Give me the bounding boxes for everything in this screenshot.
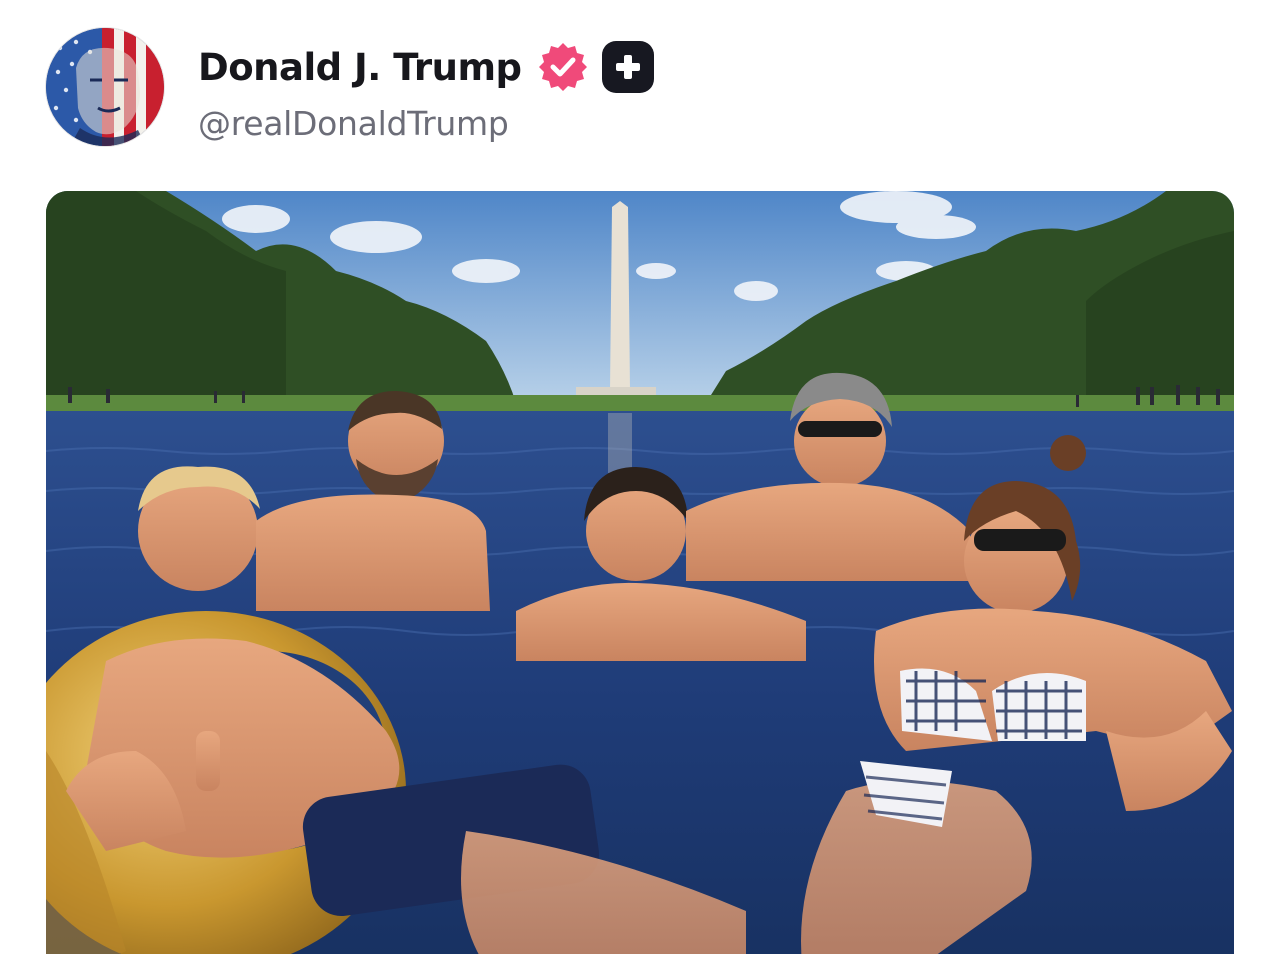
verified-badge-icon (538, 43, 587, 91)
author-handle[interactable]: @realDonaldTrump (198, 104, 509, 143)
avatar-portrait-icon (46, 28, 164, 146)
post-header: Donald J. Trump @realDonaldTrump (0, 0, 1280, 170)
post-image[interactable] (46, 191, 1234, 954)
plus-icon (615, 55, 640, 79)
post-card: Donald J. Trump @realDonaldTrump (0, 0, 1280, 954)
author-display-name[interactable]: Donald J. Trump (198, 46, 522, 89)
plus-badge-icon (601, 41, 654, 93)
author-avatar[interactable] (46, 28, 164, 146)
author-name-row: Donald J. Trump (198, 38, 654, 96)
pool-scene-image (46, 191, 1234, 954)
